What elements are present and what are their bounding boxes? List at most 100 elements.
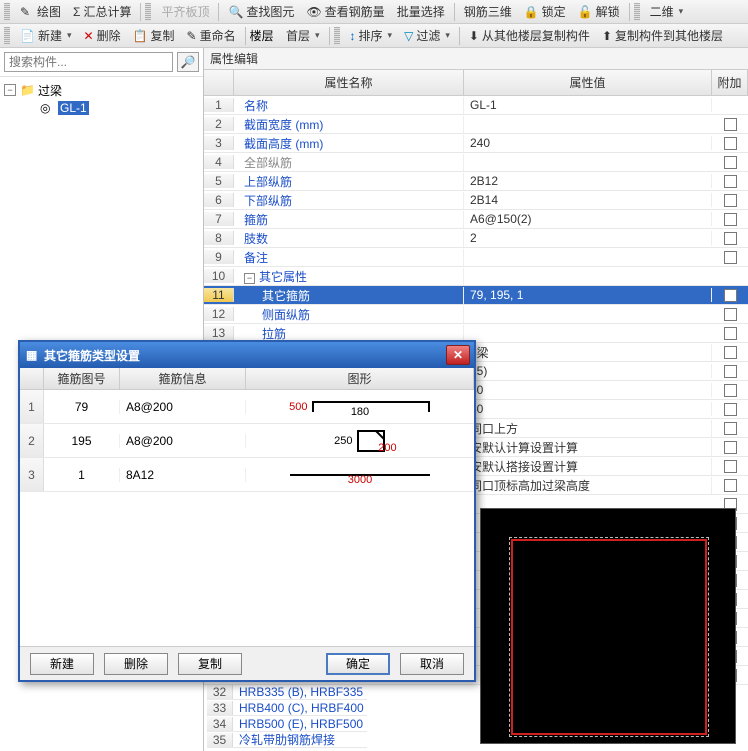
prop-add[interactable] bbox=[712, 118, 748, 131]
stirrup-shape[interactable]: 500 180 bbox=[246, 390, 474, 423]
dlg-cancel-button[interactable]: 取消 bbox=[400, 653, 464, 675]
find-button[interactable]: 🔍查找图元 bbox=[223, 2, 299, 22]
floor-select[interactable]: 首层▾ bbox=[281, 26, 325, 46]
prop-add[interactable] bbox=[712, 289, 748, 302]
prop-add[interactable] bbox=[712, 213, 748, 226]
prop-row[interactable]: 32HRB335 (B), HRBF335 bbox=[207, 684, 367, 700]
dlg-ok-button[interactable]: 确定 bbox=[326, 653, 390, 675]
checkbox[interactable] bbox=[724, 232, 737, 245]
checkbox[interactable] bbox=[724, 384, 737, 397]
prop-add[interactable] bbox=[712, 194, 748, 207]
close-button[interactable]: ✕ bbox=[446, 345, 470, 365]
dlg-new-button[interactable]: 新建 bbox=[30, 653, 94, 675]
sum-button[interactable]: Σ 汇总计算 bbox=[68, 2, 136, 22]
prop-add[interactable] bbox=[712, 251, 748, 264]
batch-button[interactable]: 批量选择 bbox=[392, 2, 450, 22]
flatten-button[interactable]: 平齐板顶 bbox=[156, 2, 214, 22]
dlg-delete-button[interactable]: 删除 bbox=[104, 653, 168, 675]
prop-row[interactable]: 3截面高度 (mm)240 bbox=[204, 134, 748, 153]
checkbox[interactable] bbox=[724, 346, 737, 359]
prop-value[interactable]: 2 bbox=[464, 231, 712, 245]
prop-row[interactable]: 2截面宽度 (mm) bbox=[204, 115, 748, 134]
prop-value[interactable]: 79, 195, 1 bbox=[464, 288, 712, 302]
stirrup-id[interactable]: 1 bbox=[44, 468, 120, 482]
filter-button[interactable]: ▽过滤▾ bbox=[399, 26, 455, 46]
sort-button[interactable]: ↕排序▾ bbox=[345, 26, 398, 46]
prop-row[interactable]: 4全部纵筋 bbox=[204, 153, 748, 172]
checkbox[interactable] bbox=[724, 460, 737, 473]
2d-button[interactable]: 二维▾ bbox=[645, 2, 689, 22]
stirrup-row[interactable]: 179A8@200500 180 bbox=[20, 390, 474, 424]
rename-button[interactable]: ✎重命名 bbox=[182, 26, 241, 46]
prop-value[interactable]: 3梁 bbox=[464, 344, 712, 361]
new-button[interactable]: 📄新建▾ bbox=[15, 26, 77, 46]
prop-row[interactable]: 10−其它属性 bbox=[204, 267, 748, 286]
checkbox[interactable] bbox=[724, 137, 737, 150]
stirrup-info[interactable]: A8@200 bbox=[120, 434, 246, 448]
prop-add[interactable] bbox=[712, 232, 748, 245]
stirrup-info[interactable]: 8A12 bbox=[120, 468, 246, 482]
dialog-titlebar[interactable]: ▦ 其它箍筋类型设置 ✕ bbox=[20, 342, 474, 368]
tree-root[interactable]: − 📁 过梁 bbox=[4, 81, 199, 99]
prop-row[interactable]: 12侧面纵筋 bbox=[204, 305, 748, 324]
checkbox[interactable] bbox=[724, 479, 737, 492]
prop-row[interactable]: 11其它箍筋79, 195, 1 bbox=[204, 286, 748, 305]
stirrup-id[interactable]: 195 bbox=[44, 434, 120, 448]
prop-value[interactable]: 240 bbox=[464, 136, 712, 150]
prop-value[interactable]: 50 bbox=[464, 402, 712, 416]
prop-row[interactable]: 8肢数2 bbox=[204, 229, 748, 248]
checkbox[interactable] bbox=[724, 194, 737, 207]
copy-from-button[interactable]: ⬇从其他楼层复制构件 bbox=[464, 26, 595, 46]
checkbox[interactable] bbox=[724, 175, 737, 188]
dlg-copy-button[interactable]: 复制 bbox=[178, 653, 242, 675]
prop-value[interactable]: 安默认搭接设置计算 bbox=[464, 458, 712, 475]
checkbox[interactable] bbox=[724, 327, 737, 340]
prop-add[interactable] bbox=[712, 175, 748, 188]
stirrup-info[interactable]: A8@200 bbox=[120, 400, 246, 414]
prop-row[interactable]: 5上部纵筋2B12 bbox=[204, 172, 748, 191]
collapse-icon[interactable]: − bbox=[4, 84, 16, 96]
collapse-icon[interactable]: − bbox=[244, 273, 255, 284]
prop-row[interactable]: 34HRB500 (E), HRBF500 bbox=[207, 716, 367, 732]
prop-value[interactable]: 25) bbox=[464, 364, 712, 378]
prop-row[interactable]: 35冷轧带肋钢筋焊接 bbox=[207, 732, 367, 748]
stirrup-row[interactable]: 2195A8@200250 200 bbox=[20, 424, 474, 458]
prop-row[interactable]: 6下部纵筋2B14 bbox=[204, 191, 748, 210]
lock-button[interactable]: 🔒锁定 bbox=[519, 2, 571, 22]
copy-to-button[interactable]: ⬆复制构件到其他楼层 bbox=[597, 26, 728, 46]
rebar3d-button[interactable]: 钢筋三维 bbox=[459, 2, 517, 22]
search-input[interactable] bbox=[4, 52, 173, 72]
prop-add[interactable] bbox=[712, 137, 748, 150]
prop-add[interactable] bbox=[712, 327, 748, 340]
delete-button[interactable]: ✕删除 bbox=[79, 26, 126, 46]
checkbox[interactable] bbox=[724, 156, 737, 169]
draw-button[interactable]: ✎绘图 bbox=[15, 2, 66, 22]
checkbox[interactable] bbox=[724, 251, 737, 264]
prop-value[interactable]: A6@150(2) bbox=[464, 212, 712, 226]
prop-value[interactable]: 2B14 bbox=[464, 193, 712, 207]
prop-value[interactable]: 2B12 bbox=[464, 174, 712, 188]
checkbox[interactable] bbox=[724, 365, 737, 378]
prop-row[interactable]: 7箍筋A6@150(2) bbox=[204, 210, 748, 229]
prop-value[interactable]: 安默认计算设置计算 bbox=[464, 439, 712, 456]
prop-row[interactable]: 33HRB400 (C), HRBF400 bbox=[207, 700, 367, 716]
copy-button[interactable]: 📋复制 bbox=[128, 26, 180, 46]
unlock-button[interactable]: 🔓解锁 bbox=[573, 2, 625, 22]
prop-add[interactable] bbox=[712, 308, 748, 321]
stirrup-shape[interactable]: 3000 bbox=[246, 458, 474, 491]
prop-row[interactable]: 9备注 bbox=[204, 248, 748, 267]
stirrup-id[interactable]: 79 bbox=[44, 400, 120, 414]
checkbox[interactable] bbox=[724, 308, 737, 321]
checkbox[interactable] bbox=[724, 289, 737, 302]
prop-value[interactable]: GL-1 bbox=[464, 98, 712, 112]
rebar-button[interactable]: 👁查看钢筋量 bbox=[301, 2, 389, 22]
prop-row[interactable]: 1名称GL-1 bbox=[204, 96, 748, 115]
search-button[interactable]: 🔎 bbox=[177, 52, 199, 72]
checkbox[interactable] bbox=[724, 213, 737, 226]
prop-value[interactable]: 同口顶标高加过梁高度 bbox=[464, 477, 712, 494]
stirrup-shape[interactable]: 250 200 bbox=[246, 424, 474, 457]
prop-add[interactable] bbox=[712, 156, 748, 169]
checkbox[interactable] bbox=[724, 118, 737, 131]
prop-value[interactable]: 同口上方 bbox=[464, 420, 712, 437]
prop-value[interactable]: 50 bbox=[464, 383, 712, 397]
